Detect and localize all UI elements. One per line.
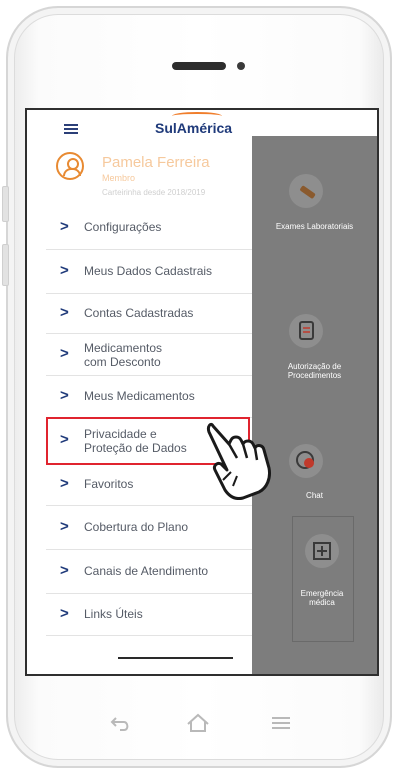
home-icon[interactable]	[186, 712, 210, 738]
chevron-right-icon: >	[60, 262, 69, 279]
chevron-right-icon: >	[60, 387, 69, 404]
menu-item-configuracoes[interactable]: > Configurações	[46, 206, 252, 250]
menu-item-label: Meus Medicamentos	[84, 389, 195, 403]
shortcut-exames[interactable]: Exames Laboratoriais	[252, 222, 377, 231]
chevron-right-icon: >	[60, 218, 69, 235]
menu-item-label: Favoritos	[84, 477, 134, 491]
menu-item-medicamentos-desconto[interactable]: > Medicamentos com Desconto	[46, 334, 252, 376]
menu-item-label: Medicamentos com Desconto	[84, 341, 163, 369]
brand-logo: SulAmérica	[155, 120, 233, 136]
back-arrow-icon[interactable]	[110, 712, 132, 738]
menu-item-label: Canais de Atendimento	[84, 564, 209, 578]
shortcut-chat-label: Chat	[306, 491, 323, 500]
earpiece-speaker	[172, 62, 226, 70]
avatar-icon	[56, 152, 84, 180]
hospital-icon	[305, 534, 339, 568]
menu-item-links-uteis[interactable]: > Links Úteis	[46, 594, 252, 636]
profile-name: Pamela Ferreira	[102, 154, 210, 171]
pointing-hand-icon	[207, 422, 271, 500]
hamburger-menu-icon[interactable]	[64, 124, 78, 134]
document-icon	[289, 314, 323, 348]
shortcut-autorizacao[interactable]: Autorização de Procedimentos	[252, 353, 377, 380]
shortcut-exames-label: Exames Laboratoriais	[275, 222, 354, 231]
menu-item-label: Cobertura do Plano	[84, 520, 189, 534]
volume-up-button	[2, 186, 9, 222]
test-tube-icon	[289, 174, 323, 208]
profile-meta: Carteirinha desde 2018/2019	[102, 188, 206, 197]
menu-item-canais-atendimento[interactable]: > Canais de Atendimento	[46, 550, 252, 594]
shortcut-autorizacao-label: Autorização de Procedimentos	[287, 362, 342, 380]
chevron-right-icon: >	[60, 518, 69, 535]
chevron-right-icon: >	[60, 562, 69, 579]
shortcut-emergencia-label: Emergência médica	[300, 589, 344, 607]
profile-subtitle: Membro	[102, 173, 136, 183]
recent-apps-icon[interactable]	[270, 712, 292, 738]
menu-item-label: Configurações	[84, 220, 162, 234]
brand-logo-arc	[172, 112, 222, 120]
chevron-right-icon: >	[60, 345, 69, 362]
shortcut-emergencia: Emergência médica	[292, 580, 352, 607]
volume-down-button	[2, 244, 9, 286]
menu-item-label: Meus Dados Cadastrais	[84, 264, 213, 278]
home-indicator	[118, 657, 233, 659]
menu-item-contas-cadastradas[interactable]: > Contas Cadastradas	[46, 294, 252, 334]
chevron-right-icon: >	[60, 304, 69, 321]
menu-item-label: Contas Cadastradas	[84, 306, 194, 320]
front-camera	[237, 62, 245, 70]
menu-item-cobertura[interactable]: > Cobertura do Plano	[46, 506, 252, 550]
menu-item-meus-medicamentos[interactable]: > Meus Medicamentos	[46, 376, 252, 418]
chat-icon	[289, 444, 323, 478]
menu-item-dados-cadastrais[interactable]: > Meus Dados Cadastrais	[46, 250, 252, 294]
chevron-right-icon: >	[60, 605, 69, 622]
chevron-right-icon: >	[60, 475, 69, 492]
menu-item-label: Links Úteis	[84, 607, 143, 621]
